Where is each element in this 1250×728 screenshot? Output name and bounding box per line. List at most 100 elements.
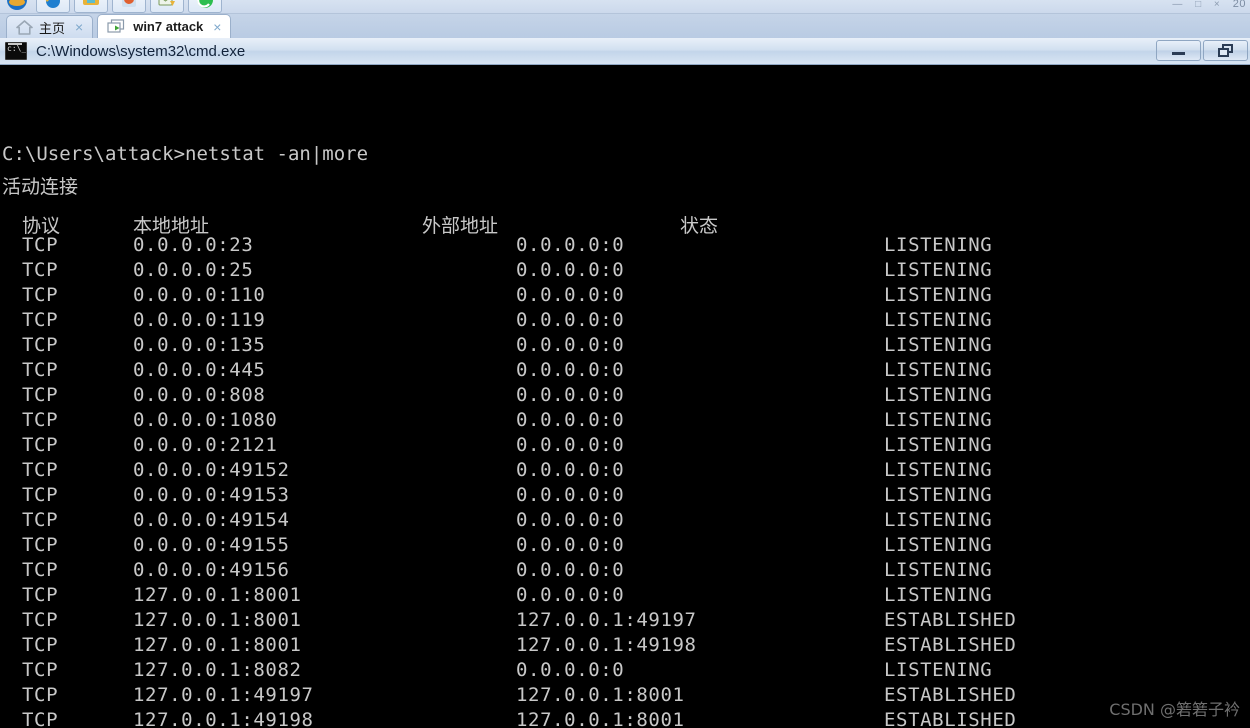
- row-local-address: 127.0.0.1:8001: [133, 634, 302, 656]
- row-state: LISTENING: [884, 334, 993, 356]
- row-protocol: TCP: [22, 634, 59, 656]
- row-state: LISTENING: [884, 359, 993, 381]
- row-foreign-address: 0.0.0.0:0: [516, 434, 625, 456]
- row-local-address: 0.0.0.0:49152: [133, 459, 290, 481]
- tab-win7-attack[interactable]: win7 attack ×: [97, 14, 232, 38]
- console-output-area[interactable]: C:\Users\attack>netstat -an|more 活动连接 协议…: [0, 65, 1250, 728]
- row-state: ESTABLISHED: [884, 634, 1017, 656]
- tab-home[interactable]: 主页 ×: [6, 15, 94, 38]
- table-row: TCP 127.0.0.1:49198 127.0.0.1:8001 ESTABLIS…: [0, 708, 1250, 728]
- row-local-address: 127.0.0.1:49198: [133, 709, 314, 728]
- window-control-glyphs[interactable]: — □ ×: [1172, 0, 1224, 10]
- media-app-icon[interactable]: [112, 0, 146, 13]
- console-icon: [5, 42, 27, 60]
- wechat-icon[interactable]: [188, 0, 222, 13]
- row-state: LISTENING: [884, 484, 993, 506]
- row-state: ESTABLISHED: [884, 709, 1017, 728]
- row-state: LISTENING: [884, 234, 993, 256]
- vm-tab-strip: 主页 × win7 attack ×: [0, 14, 1250, 38]
- row-foreign-address: 0.0.0.0:0: [516, 384, 625, 406]
- row-foreign-address: 0.0.0.0:0: [516, 309, 625, 331]
- row-protocol: TCP: [22, 684, 59, 706]
- row-local-address: 127.0.0.1:8001: [133, 584, 302, 606]
- row-foreign-address: 0.0.0.0:0: [516, 584, 625, 606]
- row-state: LISTENING: [884, 284, 993, 306]
- minimize-icon: [1172, 52, 1185, 55]
- row-protocol: TCP: [22, 534, 59, 556]
- row-state: LISTENING: [884, 459, 993, 481]
- row-protocol: TCP: [22, 384, 59, 406]
- vmware-orb-icon[interactable]: [2, 0, 32, 13]
- row-local-address: 127.0.0.1:8082: [133, 659, 302, 681]
- folder-tool-icon[interactable]: [74, 0, 108, 13]
- row-protocol: TCP: [22, 484, 59, 506]
- table-row: TCP 127.0.0.1:8001 0.0.0.0:0 LISTENING: [0, 583, 1250, 608]
- row-state: LISTENING: [884, 584, 993, 606]
- row-local-address: 0.0.0.0:119: [133, 309, 266, 331]
- table-row: TCP 0.0.0.0:49153 0.0.0.0:0 LISTENING: [0, 483, 1250, 508]
- table-row: TCP 0.0.0.0:119 0.0.0.0:0 LISTENING: [0, 308, 1250, 333]
- row-protocol: TCP: [22, 609, 59, 631]
- row-state: LISTENING: [884, 559, 993, 581]
- table-row: TCP 0.0.0.0:135 0.0.0.0:0 LISTENING: [0, 333, 1250, 358]
- row-local-address: 0.0.0.0:808: [133, 384, 266, 406]
- vm-toolbar: [0, 0, 1250, 14]
- netstat-rows: TCP 0.0.0.0:23 0.0.0.0:0 LISTENING TCP 0.0.0.…: [0, 233, 1250, 728]
- row-local-address: 0.0.0.0:1080: [133, 409, 278, 431]
- tab-win7-attack-label: win7 attack: [133, 19, 204, 34]
- row-state: LISTENING: [884, 384, 993, 406]
- tab-home-label: 主页: [39, 20, 66, 36]
- row-protocol: TCP: [22, 309, 59, 331]
- row-state: LISTENING: [884, 259, 993, 281]
- row-protocol: TCP: [22, 334, 59, 356]
- cmd-titlebar[interactable]: C:\Windows\system32\cmd.exe: [0, 38, 1250, 65]
- row-local-address: 0.0.0.0:2121: [133, 434, 278, 456]
- table-row: TCP 0.0.0.0:49156 0.0.0.0:0 LISTENING: [0, 558, 1250, 583]
- row-protocol: TCP: [22, 509, 59, 531]
- table-row: TCP 0.0.0.0:49154 0.0.0.0:0 LISTENING: [0, 508, 1250, 533]
- tab-win7-attack-close-icon[interactable]: ×: [213, 20, 221, 34]
- row-state: LISTENING: [884, 409, 993, 431]
- mail-icon[interactable]: [150, 0, 184, 13]
- table-row: TCP 127.0.0.1:8001 127.0.0.1:49197 ESTABLIS…: [0, 608, 1250, 633]
- row-foreign-address: 0.0.0.0:0: [516, 659, 625, 681]
- row-protocol: TCP: [22, 459, 59, 481]
- table-row: TCP 0.0.0.0:1080 0.0.0.0:0 LISTENING: [0, 408, 1250, 433]
- row-state: ESTABLISHED: [884, 609, 1017, 631]
- row-foreign-address: 0.0.0.0:0: [516, 234, 625, 256]
- table-row: TCP 0.0.0.0:23 0.0.0.0:0 LISTENING: [0, 233, 1250, 258]
- row-foreign-address: 0.0.0.0:0: [516, 559, 625, 581]
- internet-explorer-icon[interactable]: [36, 0, 70, 13]
- table-row: TCP 127.0.0.1:8001 127.0.0.1:49198 ESTABLIS…: [0, 633, 1250, 658]
- row-state: LISTENING: [884, 434, 993, 456]
- table-row: TCP 0.0.0.0:49155 0.0.0.0:0 LISTENING: [0, 533, 1250, 558]
- restore-button[interactable]: [1203, 40, 1248, 61]
- table-row: TCP 0.0.0.0:808 0.0.0.0:0 LISTENING: [0, 383, 1250, 408]
- row-foreign-address: 127.0.0.1:8001: [516, 684, 685, 706]
- row-foreign-address: 0.0.0.0:0: [516, 409, 625, 431]
- row-state: LISTENING: [884, 309, 993, 331]
- row-local-address: 0.0.0.0:23: [133, 234, 254, 256]
- cmd-window-buttons: [1156, 40, 1248, 61]
- table-row: TCP 0.0.0.0:49152 0.0.0.0:0 LISTENING: [0, 458, 1250, 483]
- tab-home-close-icon[interactable]: ×: [75, 20, 83, 34]
- row-protocol: TCP: [22, 234, 59, 256]
- row-foreign-address: 0.0.0.0:0: [516, 484, 625, 506]
- row-protocol: TCP: [22, 359, 59, 381]
- minimize-button[interactable]: [1156, 40, 1201, 61]
- row-foreign-address: 0.0.0.0:0: [516, 459, 625, 481]
- row-local-address: 0.0.0.0:49155: [133, 534, 290, 556]
- row-protocol: TCP: [22, 659, 59, 681]
- row-local-address: 127.0.0.1:8001: [133, 609, 302, 631]
- row-protocol: TCP: [22, 584, 59, 606]
- table-row: TCP 0.0.0.0:25 0.0.0.0:0 LISTENING: [0, 258, 1250, 283]
- row-protocol: TCP: [22, 259, 59, 281]
- vm-screen-icon: [107, 18, 127, 35]
- row-foreign-address: 0.0.0.0:0: [516, 334, 625, 356]
- vmware-workstation-window: — □ × 20 主页 × win7 attack × c:\_ C:\Wind…: [0, 0, 1250, 728]
- row-local-address: 0.0.0.0:135: [133, 334, 266, 356]
- restore-icon: [1218, 44, 1233, 57]
- active-connections-title: 活动连接: [2, 176, 79, 198]
- cmd-window: C:\Windows\system32\cmd.exe C:\Users\att…: [0, 38, 1250, 728]
- command-prompt-line: C:\Users\attack>netstat -an|more: [2, 143, 369, 165]
